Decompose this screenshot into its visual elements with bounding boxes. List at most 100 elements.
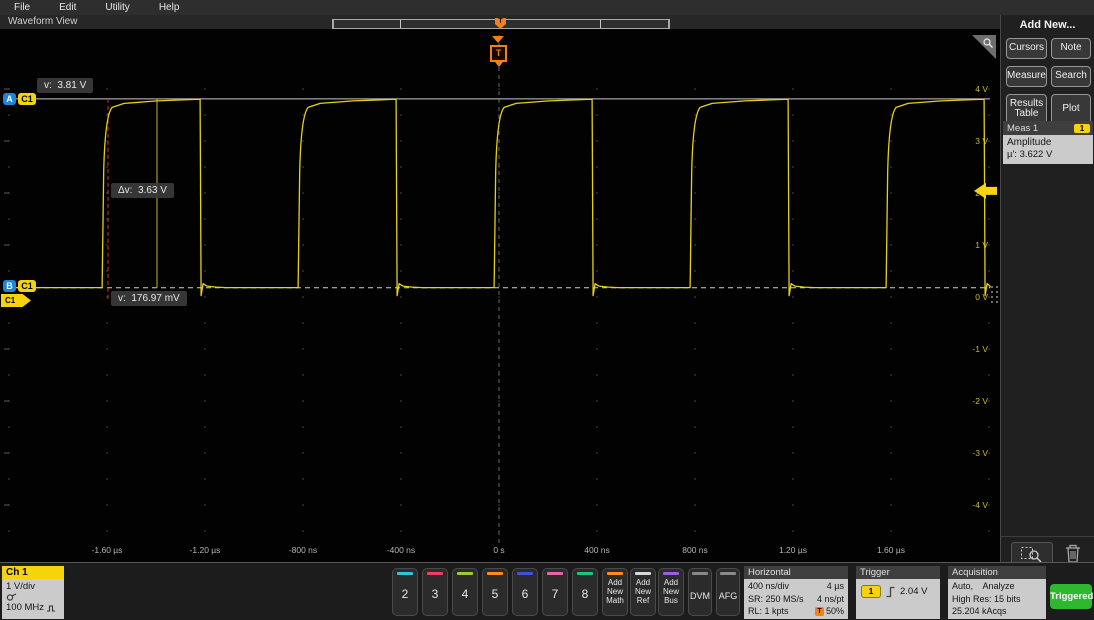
channel-6-color-bar	[517, 572, 533, 575]
trigger-level: 2.04 V	[900, 586, 927, 597]
delete-button[interactable]	[1063, 543, 1083, 564]
channel-7-button[interactable]: 7	[542, 568, 568, 616]
channel-1-title: Ch 1	[2, 566, 64, 579]
button-measure[interactable]: Measure	[1006, 66, 1047, 87]
x-axis-tick-label: 1.60 µs	[877, 545, 905, 555]
cursor-b-readout[interactable]: v: 176.97 mV	[111, 291, 187, 306]
trigger-badge[interactable]: Trigger 1 2.04 V	[856, 566, 940, 619]
y-axis-tick-label: -4 V	[972, 500, 988, 510]
horizontal-title: Horizontal	[744, 566, 848, 579]
cursor-b-badge[interactable]: B	[3, 280, 16, 292]
drag-dots-icon[interactable]	[991, 286, 998, 303]
oscilloscope-screen: FileEditUtilityHelp Waveform View T 4 V3…	[0, 0, 1094, 620]
channel-7-label: 7	[543, 587, 567, 601]
x-axis-tick-label: -1.60 µs	[92, 545, 123, 555]
add-new-bus-button[interactable]: Add New Bus	[658, 568, 684, 616]
add-new-math-button[interactable]: Add New Math	[602, 568, 628, 616]
dvm-button[interactable]: DVM	[688, 568, 712, 616]
settings-bar: Ch 1 1 V/div 100 MHz 2345678 Add Ne	[0, 562, 1094, 620]
horizontal-row-2-value: T50%	[815, 605, 844, 618]
channel-6-button[interactable]: 6	[512, 568, 538, 616]
menu-item-utility[interactable]: Utility	[105, 2, 129, 13]
waveform-display[interactable]: 4 V3 V2 V1 V0 V-1 V-2 V-3 V-4 V-1.60 µs-…	[0, 29, 1000, 562]
trigger-status-badge: Triggered	[1050, 584, 1092, 609]
cursor-a-readout[interactable]: v: 3.81 V	[37, 78, 93, 93]
channel-4-button[interactable]: 4	[452, 568, 478, 616]
trash-icon	[1065, 544, 1081, 563]
bandwidth-limit-icon	[46, 604, 56, 613]
acquisition-badge[interactable]: Acquisition Auto, Analyze High Res: 15 b…	[948, 566, 1046, 619]
y-axis-tick-label: -3 V	[972, 448, 988, 458]
results-bar: Add New... CursorsNoteMeasureSearchResul…	[1000, 15, 1094, 562]
channel-2-button[interactable]: 2	[392, 568, 418, 616]
x-axis-tick-label: -400 ns	[387, 545, 415, 555]
menu-item-file[interactable]: File	[14, 2, 30, 13]
panel-separator	[1001, 536, 1094, 537]
horizontal-row-0-value: 4 µs	[827, 580, 844, 593]
meas-1-type: Amplitude	[1007, 137, 1089, 148]
waveform-view-bar: Waveform View T	[0, 15, 1000, 30]
trigger-flag-tail	[495, 62, 503, 67]
channel-1-scale: 1 V/div	[2, 579, 64, 593]
channel-3-button[interactable]: 3	[422, 568, 448, 616]
button-plot[interactable]: Plot	[1051, 94, 1091, 124]
trigger-position-chevron-icon[interactable]	[492, 36, 504, 43]
probe-compensation-icon	[6, 593, 17, 602]
channel-3-label: 3	[423, 587, 447, 601]
channel-5-label: 5	[483, 587, 507, 601]
trigger-position-mini-icon[interactable]: T	[495, 18, 506, 29]
meas-1-body: Amplitude µ': 3.622 V	[1003, 135, 1093, 164]
add-new-ref-color-bar	[635, 572, 651, 575]
acquisition-resolution: High Res: 15 bits	[948, 593, 1046, 606]
cursor-b-source-badge[interactable]: C1	[18, 280, 36, 292]
acquisition-title: Acquisition	[948, 566, 1046, 579]
button-cursors[interactable]: Cursors	[1006, 38, 1047, 59]
x-axis-tick-label: 400 ns	[584, 545, 610, 555]
menu-item-edit[interactable]: Edit	[59, 2, 76, 13]
horizontal-row-2-label: RL: 1 kpts	[748, 605, 789, 618]
channel-1-badge[interactable]: Ch 1 1 V/div 100 MHz	[2, 566, 64, 619]
x-axis-tick-label: 800 ns	[682, 545, 708, 555]
cursor-a-source-badge[interactable]: C1	[18, 93, 36, 105]
rising-edge-icon	[885, 585, 896, 598]
button-note[interactable]: Note	[1051, 38, 1091, 59]
channel-5-color-bar	[487, 572, 503, 575]
trigger-title: Trigger	[856, 566, 940, 579]
channel-6-label: 6	[513, 587, 537, 601]
y-axis-tick-label: 1 V	[975, 240, 988, 250]
channel-2-label: 2	[393, 587, 417, 601]
horizontal-row-1: SR: 250 MS/s4 ns/pt	[744, 593, 848, 606]
button-search[interactable]: Search	[1051, 66, 1091, 87]
button-results-table[interactable]: Results Table	[1006, 94, 1047, 124]
acquisition-mode: Auto, Analyze	[948, 580, 1046, 593]
horizontal-overview-bar[interactable]: T	[332, 19, 670, 29]
cursor-a-badge[interactable]: A	[3, 93, 16, 105]
meas-1-badge-card[interactable]: Meas 1 1 Amplitude µ': 3.622 V	[1003, 121, 1093, 164]
channel-8-label: 8	[573, 587, 597, 601]
channel-8-button[interactable]: 8	[572, 568, 598, 616]
horizontal-row-0-label: 400 ns/div	[748, 580, 789, 593]
add-new-source-group: Add New MathAdd New RefAdd New Bus	[602, 568, 684, 616]
add-new-bus-color-bar	[663, 572, 679, 575]
trigger-t-flag-icon[interactable]: T	[490, 45, 507, 62]
channel-5-button[interactable]: 5	[482, 568, 508, 616]
channel-2-color-bar	[397, 572, 413, 575]
afg-button[interactable]: AFG	[716, 568, 740, 616]
cursor-delta-readout[interactable]: Δv: 3.63 V	[111, 183, 174, 198]
horizontal-badge[interactable]: Horizontal 400 ns/div 4 µsSR: 250 MS/s4 n…	[744, 566, 848, 619]
horizontal-row-0: 400 ns/div 4 µs	[744, 580, 848, 593]
add-new-header: Add New...	[1001, 19, 1094, 31]
y-axis-tick-label: 3 V	[975, 136, 988, 146]
menu-bar: File Edit Utility Help	[0, 0, 1094, 15]
channel-7-color-bar	[547, 572, 563, 575]
add-new-button-grid: CursorsNoteMeasureSearchResults TablePlo…	[1006, 38, 1094, 124]
horizontal-row-1-value: 4 ns/pt	[817, 593, 844, 606]
menu-item-help[interactable]: Help	[159, 2, 180, 13]
channel-1-bandwidth: 100 MHz	[6, 602, 44, 614]
channel-3-color-bar	[427, 572, 443, 575]
trigger-source-badge: 1	[861, 585, 881, 598]
add-new-math-label: Add New Math	[603, 579, 627, 605]
trigger-t-flag-icon: T	[815, 607, 824, 616]
add-new-ref-button[interactable]: Add New Ref	[630, 568, 656, 616]
afg-label: AFG	[717, 591, 739, 601]
